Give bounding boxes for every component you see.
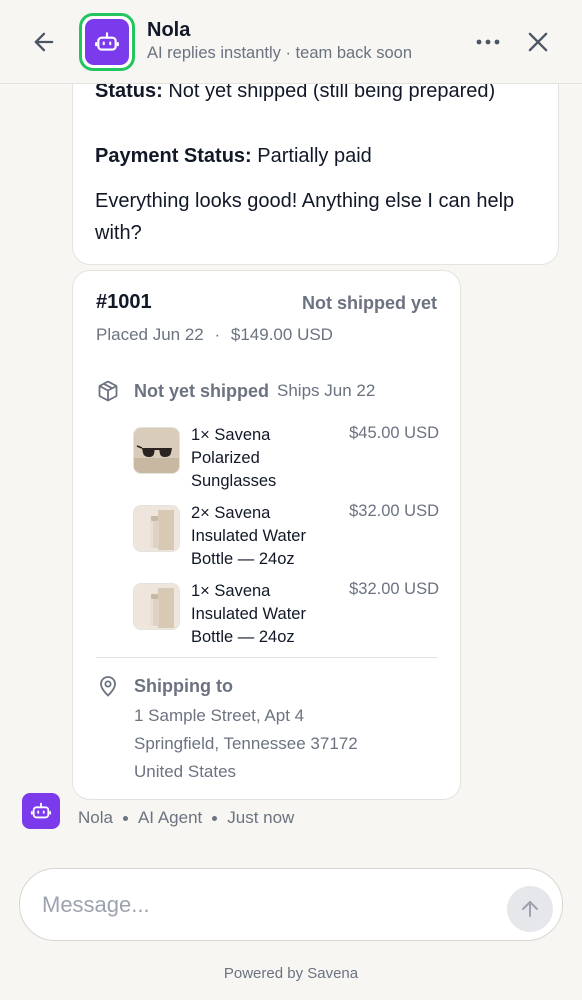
address-line-2: Springfield, Tennessee 37172: [134, 734, 358, 753]
arrow-left-icon: [34, 32, 54, 52]
order-total: $149.00 USD: [230, 325, 333, 344]
item-price: $32.00 USD: [349, 580, 439, 598]
arrow-up-icon: [522, 901, 538, 917]
shipping-header: Shipping to: [96, 674, 233, 698]
agent-title: Nola: [147, 19, 191, 41]
chat-header: Nola AI replies instantly · team back so…: [0, 0, 582, 84]
item-name: 1× Savena Insulated Water Bottle — 24oz: [191, 582, 306, 646]
agent-avatar: [22, 793, 60, 829]
water-bottle-thumbnail: [133, 505, 180, 552]
message-time: Just now: [227, 808, 295, 827]
agent-name: Nola: [78, 808, 113, 827]
water-bottle-thumbnail: [133, 583, 180, 630]
payment-status-line: Payment Status: Partially paid: [95, 145, 372, 167]
address-line-1: 1 Sample Street, Apt 4: [134, 706, 305, 725]
send-button[interactable]: [507, 886, 553, 932]
ships-date: Ships Jun 22: [277, 381, 376, 400]
item-name: 2× Savena Insulated Water Bottle — 24oz: [191, 504, 306, 568]
order-status: Not shipped yet: [301, 293, 437, 313]
more-options-button[interactable]: [472, 28, 504, 56]
agent-avatar-online: [79, 13, 135, 71]
location-pin-icon: [96, 674, 120, 698]
powered-by: Powered by Savena: [223, 965, 359, 982]
close-icon: [528, 32, 548, 52]
back-button[interactable]: [30, 28, 58, 56]
order-id: #1001: [96, 291, 152, 313]
package-icon: [96, 379, 120, 403]
item-price: $45.00 USD: [349, 424, 439, 442]
message-input[interactable]: [42, 887, 482, 923]
order-meta: Placed Jun 22 · $149.00 USD: [96, 325, 333, 344]
agent-message-bubble: Status: Not yet shipped (still being pre…: [72, 60, 559, 265]
fulfillment-title: Not yet shipped: [134, 380, 270, 401]
closing-text: Everything looks good! Anything else I c…: [95, 190, 515, 244]
item-name: 1× Savena Polarized Sunglasses: [191, 426, 277, 490]
separator-dot: [122, 815, 128, 821]
agent-subtitle: AI replies instantly · team back soon: [147, 44, 413, 62]
sunglasses-thumbnail: [133, 427, 180, 474]
address-line-3: United States: [134, 762, 237, 781]
bot-icon: [95, 32, 119, 51]
item-price: $32.00 USD: [349, 502, 439, 520]
message-composer: [19, 868, 563, 941]
close-button[interactable]: [524, 28, 552, 56]
agent-role: AI Agent: [137, 808, 203, 827]
fulfillment-header: Not yet shipped Ships Jun 22: [96, 379, 375, 403]
message-meta: Nola AI Agent Just now: [78, 808, 294, 828]
more-horizontal-icon: [476, 39, 500, 45]
divider: [96, 657, 438, 658]
order-placed-date: Placed Jun 22: [96, 325, 204, 344]
shipping-title: Shipping to: [134, 675, 233, 696]
bot-icon: [30, 802, 52, 819]
separator-dot: [212, 815, 218, 821]
order-card: #1001 Not shipped yet Placed Jun 22 · $1…: [72, 270, 461, 800]
